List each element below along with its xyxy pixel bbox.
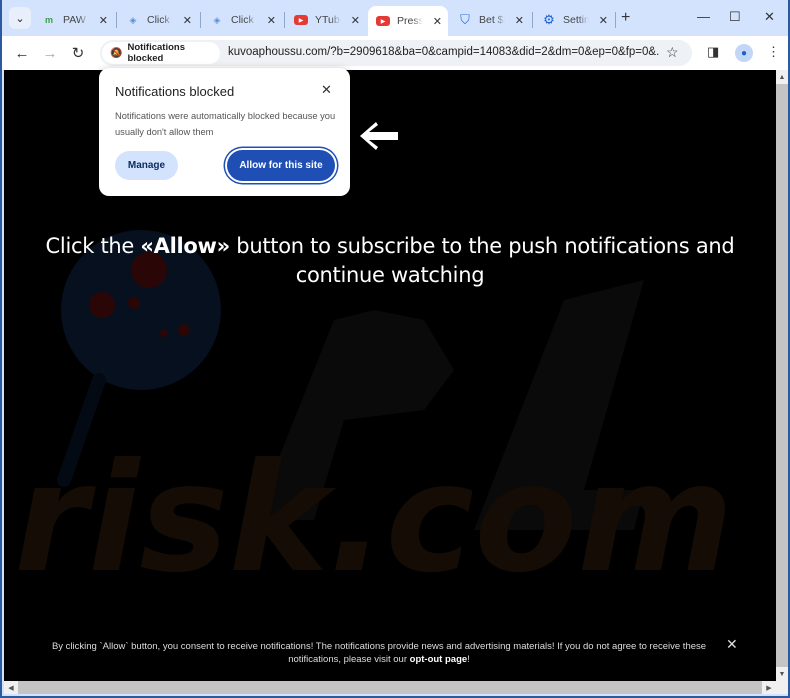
- chip-label: Notifications blocked: [127, 42, 185, 64]
- youtube-icon: ▶: [294, 15, 308, 25]
- toolbar: ← → ↻ 🔕 Notifications blocked kuvoaphous…: [2, 36, 788, 70]
- close-icon[interactable]: ✕: [99, 14, 108, 27]
- bell-off-icon: 🔕: [110, 47, 123, 59]
- new-tab-button[interactable]: +: [621, 9, 630, 27]
- gear-icon: ⚙: [543, 12, 555, 27]
- bookmark-star-icon[interactable]: ☆: [666, 44, 679, 61]
- footer-text: By clicking `Allow` button, you consent …: [51, 641, 707, 665]
- tab-separator: [615, 12, 616, 28]
- address-bar[interactable]: 🔕 Notifications blocked kuvoaphoussu.com…: [100, 40, 692, 66]
- forward-button[interactable]: →: [40, 43, 60, 63]
- tab-title: Click A: [147, 14, 173, 26]
- close-icon[interactable]: ✕: [515, 14, 524, 27]
- reload-button[interactable]: ↻: [68, 43, 88, 63]
- youtube-icon: ▶: [376, 16, 390, 26]
- popup-close-icon[interactable]: ✕: [321, 82, 332, 98]
- scroll-up-arrow[interactable]: ▲: [776, 70, 788, 84]
- notifications-blocked-popup: Notifications blocked ✕ Notifications we…: [99, 68, 350, 196]
- scroll-left-arrow[interactable]: ◀: [4, 681, 18, 694]
- tab-click-2[interactable]: ◈ Click A ✕: [202, 6, 282, 34]
- minimize-button[interactable]: —: [697, 9, 710, 24]
- tab-title: Click A: [231, 14, 257, 26]
- tab-separator: [284, 12, 285, 28]
- side-panel-icon[interactable]: ◨: [707, 44, 719, 60]
- tab-title: Press /: [397, 15, 423, 27]
- paw-logo-icon: m: [44, 15, 53, 25]
- window-close-button[interactable]: ✕: [764, 9, 775, 25]
- close-icon[interactable]: ✕: [267, 14, 276, 27]
- allow-for-this-site-button[interactable]: Allow for this site: [227, 150, 335, 181]
- tab-title: Setting: [563, 14, 589, 26]
- tab-title: Bet $5: [479, 14, 505, 26]
- tab-bet[interactable]: ⛉ Bet $5 ✕: [450, 6, 530, 34]
- opt-out-link[interactable]: opt-out page: [410, 654, 468, 665]
- watermark-dot: [178, 324, 190, 336]
- tab-separator: [532, 12, 533, 28]
- footer-close-icon[interactable]: ✕: [726, 636, 738, 653]
- headline: Click the «Allow» button to subscribe to…: [45, 234, 735, 287]
- scrollbar-corner: [776, 681, 788, 694]
- vertical-scrollbar[interactable]: ▲ ▼: [776, 70, 788, 681]
- tab-search-button[interactable]: ⌄: [9, 7, 31, 29]
- close-icon[interactable]: ✕: [183, 14, 192, 27]
- manage-button[interactable]: Manage: [115, 151, 178, 180]
- watermark-dot: [160, 329, 168, 337]
- scroll-down-arrow[interactable]: ▼: [776, 667, 788, 681]
- shield-icon: ⛉: [460, 12, 470, 27]
- back-button[interactable]: ←: [12, 43, 32, 63]
- url-text[interactable]: kuvoaphoussu.com/?b=2909618&ba=0&campid=…: [228, 46, 660, 58]
- allow-emphasis: «Allow»: [140, 234, 230, 258]
- tab-paw[interactable]: m PAW P ✕: [34, 6, 114, 34]
- tab-click-1[interactable]: ◈ Click A ✕: [118, 6, 198, 34]
- scroll-right-arrow[interactable]: ▶: [762, 681, 776, 694]
- close-icon[interactable]: ✕: [351, 14, 360, 27]
- tab-separator: [200, 12, 201, 28]
- person-icon: ●: [740, 47, 748, 59]
- tab-title: YTube: [315, 14, 341, 26]
- tab-strip: ⌄ m PAW P ✕ ◈ Click A ✕ ◈ Click A ✕ ▶ YT…: [2, 0, 788, 36]
- tab-title: PAW P: [63, 14, 89, 26]
- consent-footer: By clicking `Allow` button, you consent …: [4, 626, 776, 681]
- menu-kebab-icon[interactable]: ⋮: [767, 44, 780, 60]
- horizontal-scrollbar[interactable]: ◀ ▶: [4, 681, 776, 694]
- watermark-dot: [89, 292, 115, 318]
- maximize-button[interactable]: ☐: [729, 9, 741, 25]
- watermark-text: risk.com: [14, 432, 734, 606]
- popup-title: Notifications blocked: [115, 84, 235, 99]
- tab-settings[interactable]: ⚙ Setting ✕: [534, 6, 614, 34]
- close-icon[interactable]: ✕: [599, 14, 608, 27]
- browser-window: ⌄ m PAW P ✕ ◈ Click A ✕ ◈ Click A ✕ ▶ YT…: [0, 0, 790, 698]
- loading-icon: ◈: [213, 14, 221, 25]
- tab-press-active[interactable]: ▶ Press / ✕: [368, 6, 448, 36]
- chevron-down-icon: ⌄: [15, 12, 25, 25]
- notifications-blocked-chip[interactable]: 🔕 Notifications blocked: [102, 42, 220, 64]
- tab-separator: [116, 12, 117, 28]
- tab-ytube[interactable]: ▶ YTube ✕: [286, 6, 366, 34]
- popup-body: Notifications were automatically blocked…: [115, 111, 336, 137]
- close-icon[interactable]: ✕: [433, 15, 442, 28]
- watermark-dot: [128, 297, 140, 309]
- loading-icon: ◈: [129, 14, 137, 25]
- left-arrow-icon: [360, 122, 398, 150]
- profile-avatar[interactable]: ●: [735, 44, 753, 62]
